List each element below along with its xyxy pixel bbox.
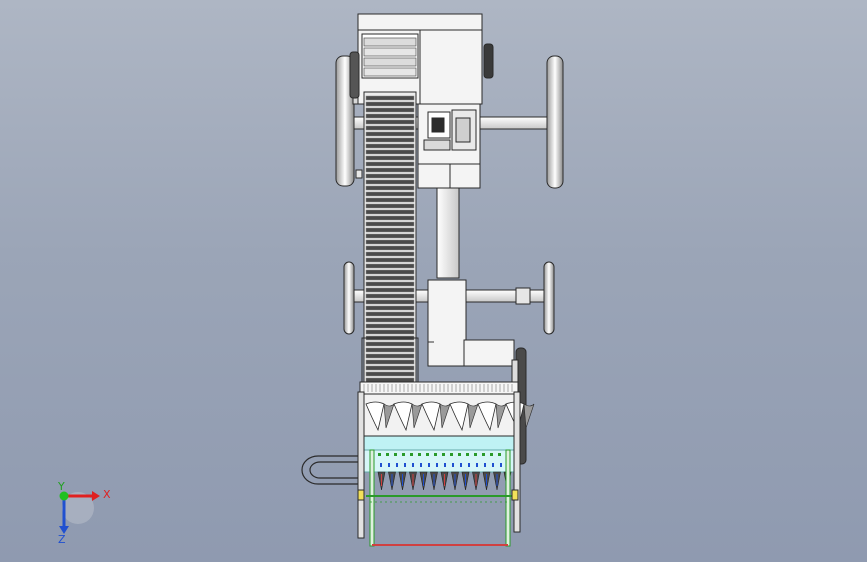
conveyor-slat xyxy=(365,305,415,311)
conveyor-slat xyxy=(365,119,415,125)
conveyor-slat xyxy=(365,95,415,101)
frame-shaft xyxy=(436,185,460,279)
conveyor-slat xyxy=(365,329,415,335)
conveyor-slat xyxy=(365,341,415,347)
conveyor-slat xyxy=(365,275,415,281)
digger-teeth xyxy=(377,471,512,491)
conveyor-slat xyxy=(365,215,415,221)
sieve-screen xyxy=(363,435,517,451)
conveyor-slat xyxy=(365,173,415,179)
conveyor-slat xyxy=(365,143,415,149)
conveyor-slat xyxy=(365,299,415,305)
rear-right-wheel xyxy=(546,55,564,189)
engine-housing[interactable] xyxy=(349,13,494,105)
conveyor-slat xyxy=(365,257,415,263)
side-hose[interactable] xyxy=(301,455,358,485)
conveyor-slat xyxy=(365,281,415,287)
conveyor-slat xyxy=(365,371,415,377)
conveyor-slat xyxy=(365,359,415,365)
conveyor-slat xyxy=(365,167,415,173)
conveyor-slat xyxy=(365,245,415,251)
conveyor-slat xyxy=(365,263,415,269)
conveyor-slat xyxy=(365,251,415,257)
conveyor-slat xyxy=(365,227,415,233)
conveyor-slat xyxy=(365,311,415,317)
conveyor-slat xyxy=(365,347,415,353)
conveyor-slat xyxy=(365,269,415,275)
conveyor-slat xyxy=(365,149,415,155)
conveyor-slat xyxy=(365,221,415,227)
conveyor-slat xyxy=(365,125,415,131)
conveyor-slat xyxy=(365,233,415,239)
z-axis-label: Z xyxy=(58,533,66,546)
conveyor-slat xyxy=(365,323,415,329)
conveyor-slat xyxy=(365,161,415,167)
conveyor-slat xyxy=(365,131,415,137)
x-axis-label: X xyxy=(103,488,111,501)
conveyor-slat xyxy=(365,239,415,245)
conveyor-slat xyxy=(365,137,415,143)
conveyor-slat xyxy=(365,287,415,293)
conveyor-slat xyxy=(365,191,415,197)
conveyor-slat xyxy=(365,113,415,119)
conveyor-slat xyxy=(365,377,415,383)
conveyor-slat xyxy=(365,197,415,203)
conveyor-slat xyxy=(365,317,415,323)
conveyor-slat xyxy=(365,365,415,371)
front-right-wheel xyxy=(543,261,555,335)
front-left-wheel xyxy=(343,261,355,335)
y-axis-label: Y xyxy=(57,480,65,493)
conveyor-slat xyxy=(365,353,415,359)
conveyor-slat xyxy=(365,179,415,185)
cad-viewport[interactable]: X Y Z xyxy=(0,0,867,562)
conveyor-slat xyxy=(365,209,415,215)
conveyor-slat xyxy=(365,293,415,299)
front-hub xyxy=(515,287,531,305)
harvester-model[interactable] xyxy=(301,13,564,547)
conveyor-slat xyxy=(365,107,415,113)
coordinate-triad: X Y Z xyxy=(57,480,111,546)
left-guard-rail xyxy=(369,449,375,547)
conveyor-slat xyxy=(365,155,415,161)
conveyor-slat xyxy=(365,203,415,209)
gearbox[interactable] xyxy=(417,103,481,189)
engine-sprocket xyxy=(483,43,494,79)
conveyor-slat xyxy=(365,185,415,191)
conveyor-slat xyxy=(365,101,415,107)
conveyor[interactable] xyxy=(361,91,419,383)
right-guard-rail xyxy=(505,449,511,547)
